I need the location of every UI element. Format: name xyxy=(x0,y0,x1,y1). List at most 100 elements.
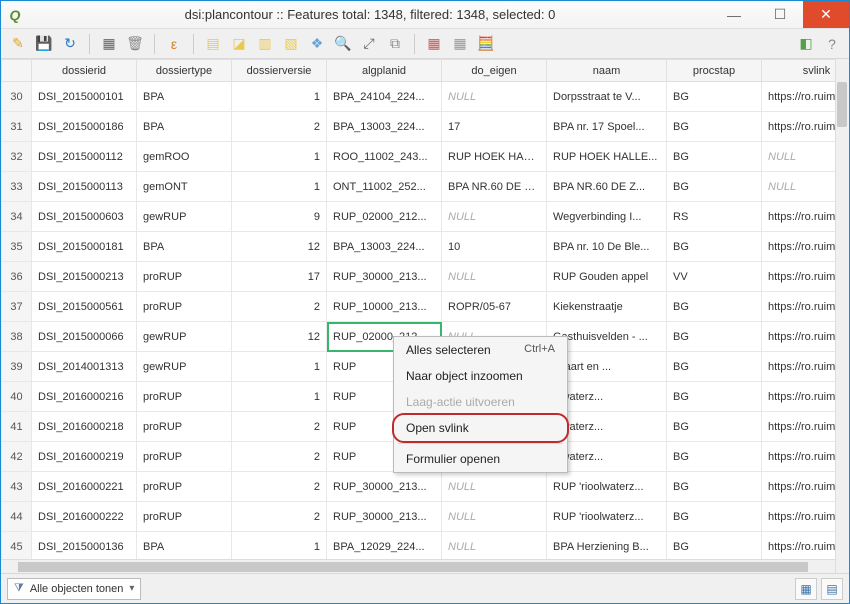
cell-procstap[interactable]: RS xyxy=(667,202,762,232)
cell-dossierid[interactable]: DSI_2015000113 xyxy=(32,172,137,202)
row-number[interactable]: 35 xyxy=(2,232,32,262)
cell-dossierversie[interactable]: 2 xyxy=(232,502,327,532)
row-number[interactable]: 33 xyxy=(2,172,32,202)
cell-dossierid[interactable]: DSI_2015000561 xyxy=(32,292,137,322)
vertical-scrollbar[interactable] xyxy=(835,59,849,573)
close-button[interactable]: ✕ xyxy=(803,1,849,28)
column-header-do_eigen[interactable]: do_eigen xyxy=(442,60,547,82)
cell-dossiertype[interactable]: gewRUP xyxy=(137,352,232,382)
context-menu-item[interactable]: Open svlink xyxy=(394,415,567,441)
cell-dossiertype[interactable]: BPA xyxy=(137,232,232,262)
edit-icon[interactable]: ✎ xyxy=(7,33,29,55)
form-view-button[interactable]: ▤ xyxy=(821,578,843,600)
cell-dossiertype[interactable]: gemONT xyxy=(137,172,232,202)
cell-algplanid[interactable]: BPA_12029_224... xyxy=(327,532,442,562)
cell-procstap[interactable]: BG xyxy=(667,142,762,172)
row-number[interactable]: 34 xyxy=(2,202,32,232)
cell-procstap[interactable]: BG xyxy=(667,382,762,412)
table-row[interactable]: 37DSI_2015000561proRUP2RUP_10000_213...R… xyxy=(2,292,850,322)
cell-naam[interactable]: BPA Herziening B... xyxy=(547,532,667,562)
cell-algplanid[interactable]: RUP_30000_213... xyxy=(327,502,442,532)
cell-naam[interactable]: RUP 'rioolwaterz... xyxy=(547,472,667,502)
cell-procstap[interactable]: BG xyxy=(667,172,762,202)
cell-do_eigen[interactable]: NULL xyxy=(442,262,547,292)
cell-dossierversie[interactable]: 12 xyxy=(232,322,327,352)
cell-dossierid[interactable]: DSI_2016000222 xyxy=(32,502,137,532)
delete-column-icon[interactable]: ▦ xyxy=(449,33,471,55)
cell-dossierid[interactable]: DSI_2015000181 xyxy=(32,232,137,262)
table-row[interactable]: 34DSI_2015000603gewRUP9RUP_02000_212...N… xyxy=(2,202,850,232)
cell-dossierversie[interactable]: 1 xyxy=(232,82,327,112)
row-number[interactable]: 31 xyxy=(2,112,32,142)
cell-naam[interactable]: BPA NR.60 DE Z... xyxy=(547,172,667,202)
table-row[interactable]: 43DSI_2016000221proRUP2RUP_30000_213...N… xyxy=(2,472,850,502)
cell-dossiertype[interactable]: proRUP xyxy=(137,292,232,322)
cell-dossiertype[interactable]: gewRUP xyxy=(137,202,232,232)
filter-dropdown[interactable]: ⧩ Alle objecten tonen ▾ xyxy=(7,578,141,600)
cell-dossierid[interactable]: DSI_2016000219 xyxy=(32,442,137,472)
cell-dossiertype[interactable]: proRUP xyxy=(137,262,232,292)
cell-dossierid[interactable]: DSI_2015000186 xyxy=(32,112,137,142)
cell-dossierid[interactable]: DSI_2015000136 xyxy=(32,532,137,562)
table-row[interactable]: 36DSI_2015000213proRUP17RUP_30000_213...… xyxy=(2,262,850,292)
cell-do_eigen[interactable]: NULL xyxy=(442,472,547,502)
filter-selection-icon[interactable]: ▧ xyxy=(280,33,302,55)
cell-do_eigen[interactable]: NULL xyxy=(442,502,547,532)
cell-naam[interactable]: Dorpsstraat te V... xyxy=(547,82,667,112)
cell-dossiertype[interactable]: BPA xyxy=(137,82,232,112)
cell-naam[interactable]: RUP 'rioolwaterz... xyxy=(547,502,667,532)
table-view-button[interactable]: ▦ xyxy=(795,578,817,600)
table-row[interactable]: 35DSI_2015000181BPA12BPA_13003_224...10B… xyxy=(2,232,850,262)
cell-algplanid[interactable]: RUP_30000_213... xyxy=(327,262,442,292)
column-header-dossierversie[interactable]: dossierversie xyxy=(232,60,327,82)
cell-do_eigen[interactable]: ROPR/05-67 xyxy=(442,292,547,322)
cell-naam[interactable]: Kiekenstraatje xyxy=(547,292,667,322)
row-number[interactable]: 44 xyxy=(2,502,32,532)
cell-algplanid[interactable]: ONT_11002_252... xyxy=(327,172,442,202)
expression-icon[interactable]: ε xyxy=(163,33,185,55)
new-column-icon[interactable]: ▦ xyxy=(423,33,445,55)
context-menu-item[interactable]: Formulier openen xyxy=(394,446,567,472)
cell-algplanid[interactable]: BPA_13003_224... xyxy=(327,232,442,262)
cell-procstap[interactable]: VV xyxy=(667,262,762,292)
cell-dossierid[interactable]: DSI_2015000112 xyxy=(32,142,137,172)
cell-do_eigen[interactable]: BPA NR.60 DE Z... xyxy=(442,172,547,202)
cell-do_eigen[interactable]: NULL xyxy=(442,82,547,112)
field-calculator-icon[interactable]: 🧮 xyxy=(475,33,497,55)
refresh-icon[interactable]: ↻ xyxy=(59,33,81,55)
cell-dossierversie[interactable]: 2 xyxy=(232,292,327,322)
cell-dossiertype[interactable]: proRUP xyxy=(137,442,232,472)
cell-procstap[interactable]: BG xyxy=(667,442,762,472)
copy-icon[interactable]: ⧉ xyxy=(384,33,406,55)
minimize-button[interactable]: — xyxy=(711,1,757,28)
cell-dossierid[interactable]: DSI_2016000221 xyxy=(32,472,137,502)
row-number[interactable]: 43 xyxy=(2,472,32,502)
cell-do_eigen[interactable]: RUP HOEK HALLE... xyxy=(442,142,547,172)
column-header-procstap[interactable]: procstap xyxy=(667,60,762,82)
cell-naam[interactable]: BPA nr. 17 Spoel... xyxy=(547,112,667,142)
cell-algplanid[interactable]: RUP_10000_213... xyxy=(327,292,442,322)
column-header-algplanid[interactable]: algplanid xyxy=(327,60,442,82)
cell-naam[interactable]: Wegverbinding I... xyxy=(547,202,667,232)
cell-algplanid[interactable]: BPA_24104_224... xyxy=(327,82,442,112)
cell-procstap[interactable]: BG xyxy=(667,232,762,262)
cell-dossierid[interactable]: DSI_2016000216 xyxy=(32,382,137,412)
column-header-dossierid[interactable]: dossierid xyxy=(32,60,137,82)
cell-dossierversie[interactable]: 1 xyxy=(232,142,327,172)
save-icon[interactable]: 💾 xyxy=(33,33,55,55)
cell-naam[interactable]: BPA nr. 10 De Ble... xyxy=(547,232,667,262)
row-number[interactable]: 39 xyxy=(2,352,32,382)
select-by-expression-icon[interactable]: ❖ xyxy=(306,33,328,55)
cell-dossierversie[interactable]: 12 xyxy=(232,232,327,262)
add-feature-icon[interactable]: ▦ xyxy=(98,33,120,55)
cell-algplanid[interactable]: RUP_02000_212... xyxy=(327,202,442,232)
cell-dossierid[interactable]: DSI_2015000101 xyxy=(32,82,137,112)
help-icon[interactable]: ? xyxy=(821,33,843,55)
delete-icon[interactable]: 🗑 xyxy=(124,33,146,55)
column-header-dossiertype[interactable]: dossiertype xyxy=(137,60,232,82)
cell-dossiertype[interactable]: gewRUP xyxy=(137,322,232,352)
cell-dossierversie[interactable]: 1 xyxy=(232,352,327,382)
cell-dossiertype[interactable]: proRUP xyxy=(137,412,232,442)
cell-procstap[interactable]: BG xyxy=(667,292,762,322)
cell-naam[interactable]: RUP Gouden appel xyxy=(547,262,667,292)
